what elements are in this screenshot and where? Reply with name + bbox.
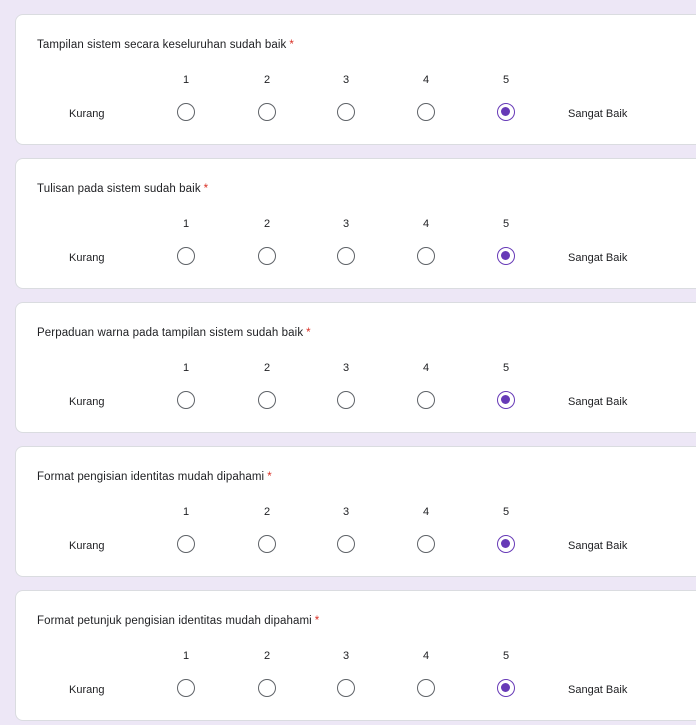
scale-label-3: 3: [342, 506, 350, 518]
radio-option-5-selected[interactable]: [497, 103, 515, 121]
radio-selected-dot: [501, 683, 510, 692]
form-page: Tampilan sistem secara keseluruhan sudah…: [0, 0, 696, 725]
radio-option-2[interactable]: [258, 391, 276, 409]
radio-option-1[interactable]: [177, 535, 195, 553]
question-text: Perpaduan warna pada tampilan sistem sud…: [37, 327, 304, 339]
radio-option-3[interactable]: [337, 679, 355, 697]
high-label: Sangat Baik: [568, 396, 628, 408]
low-label: Kurang: [69, 252, 105, 264]
question-card-5: Format petunjuk pengisian identitas muda…: [15, 590, 696, 721]
scale-label-5: 5: [502, 362, 510, 374]
scale-label-2: 2: [263, 506, 271, 518]
radio-selected-dot: [501, 107, 510, 116]
scale-label-3: 3: [342, 218, 350, 230]
scale-label-4: 4: [422, 506, 430, 518]
scale-label-4: 4: [422, 362, 430, 374]
scale-label-1: 1: [182, 650, 190, 662]
radio-option-3[interactable]: [337, 391, 355, 409]
radio-option-3[interactable]: [337, 535, 355, 553]
required-asterisk: *: [267, 471, 272, 483]
scale-label-2: 2: [263, 650, 271, 662]
low-label: Kurang: [69, 108, 105, 120]
radio-selected-dot: [501, 251, 510, 260]
scale-label-1: 1: [182, 74, 190, 86]
question-card-2: Tulisan pada sistem sudah baik * 1 2 3 4 …: [15, 158, 696, 289]
scale-label-3: 3: [342, 650, 350, 662]
scale-label-3: 3: [342, 362, 350, 374]
scale-label-4: 4: [422, 218, 430, 230]
high-label: Sangat Baik: [568, 540, 628, 552]
scale-label-1: 1: [182, 362, 190, 374]
low-label: Kurang: [69, 684, 105, 696]
question-text: Tampilan sistem secara keseluruhan sudah…: [37, 39, 287, 51]
radio-option-5-selected[interactable]: [497, 535, 515, 553]
scale-label-2: 2: [263, 218, 271, 230]
question-title: Format petunjuk pengisian identitas muda…: [37, 615, 319, 627]
required-asterisk: *: [203, 183, 209, 195]
radio-option-1[interactable]: [177, 679, 195, 697]
scale-label-3: 3: [342, 74, 350, 86]
radio-selected-dot: [501, 539, 510, 548]
question-card-4: Format pengisian identitas mudah dipaham…: [15, 446, 696, 577]
question-text: Format petunjuk pengisian identitas muda…: [37, 615, 312, 627]
radio-option-2[interactable]: [258, 679, 276, 697]
radio-option-5-selected[interactable]: [497, 247, 515, 265]
required-asterisk: *: [289, 39, 294, 51]
low-label: Kurang: [69, 396, 105, 408]
scale-label-4: 4: [422, 74, 430, 86]
high-label: Sangat Baik: [568, 252, 628, 264]
scale-label-4: 4: [422, 650, 430, 662]
question-card-1: Tampilan sistem secara keseluruhan sudah…: [15, 14, 696, 145]
scale-label-5: 5: [502, 74, 510, 86]
radio-option-4[interactable]: [417, 391, 435, 409]
radio-option-2[interactable]: [258, 247, 276, 265]
radio-option-4[interactable]: [417, 247, 435, 265]
high-label: Sangat Baik: [568, 108, 628, 120]
radio-option-3[interactable]: [337, 247, 355, 265]
scale-label-5: 5: [502, 650, 510, 662]
radio-option-5-selected[interactable]: [497, 391, 515, 409]
radio-option-2[interactable]: [258, 103, 276, 121]
scale-label-5: 5: [502, 506, 510, 518]
scale-label-2: 2: [263, 362, 271, 374]
scale-label-1: 1: [182, 506, 190, 518]
radio-option-4[interactable]: [417, 103, 435, 121]
required-asterisk: *: [306, 327, 311, 339]
required-asterisk: *: [314, 615, 320, 627]
radio-option-3[interactable]: [337, 103, 355, 121]
question-title: Tulisan pada sistem sudah baik *: [37, 183, 208, 195]
radio-option-1[interactable]: [177, 391, 195, 409]
radio-option-2[interactable]: [258, 535, 276, 553]
radio-option-1[interactable]: [177, 247, 195, 265]
high-label: Sangat Baik: [568, 684, 628, 696]
question-text: Format pengisian identitas mudah dipaham…: [37, 471, 265, 483]
radio-option-4[interactable]: [417, 535, 435, 553]
radio-option-1[interactable]: [177, 103, 195, 121]
question-text: Tulisan pada sistem sudah baik: [37, 183, 201, 195]
question-title: Perpaduan warna pada tampilan sistem sud…: [37, 327, 311, 339]
scale-label-5: 5: [502, 218, 510, 230]
low-label: Kurang: [69, 540, 105, 552]
scale-label-2: 2: [263, 74, 271, 86]
radio-option-5-selected[interactable]: [497, 679, 515, 697]
scale-label-1: 1: [182, 218, 190, 230]
question-title: Format pengisian identitas mudah dipaham…: [37, 471, 272, 483]
question-card-3: Perpaduan warna pada tampilan sistem sud…: [15, 302, 696, 433]
question-title: Tampilan sistem secara keseluruhan sudah…: [37, 39, 294, 51]
radio-option-4[interactable]: [417, 679, 435, 697]
radio-selected-dot: [501, 395, 510, 404]
